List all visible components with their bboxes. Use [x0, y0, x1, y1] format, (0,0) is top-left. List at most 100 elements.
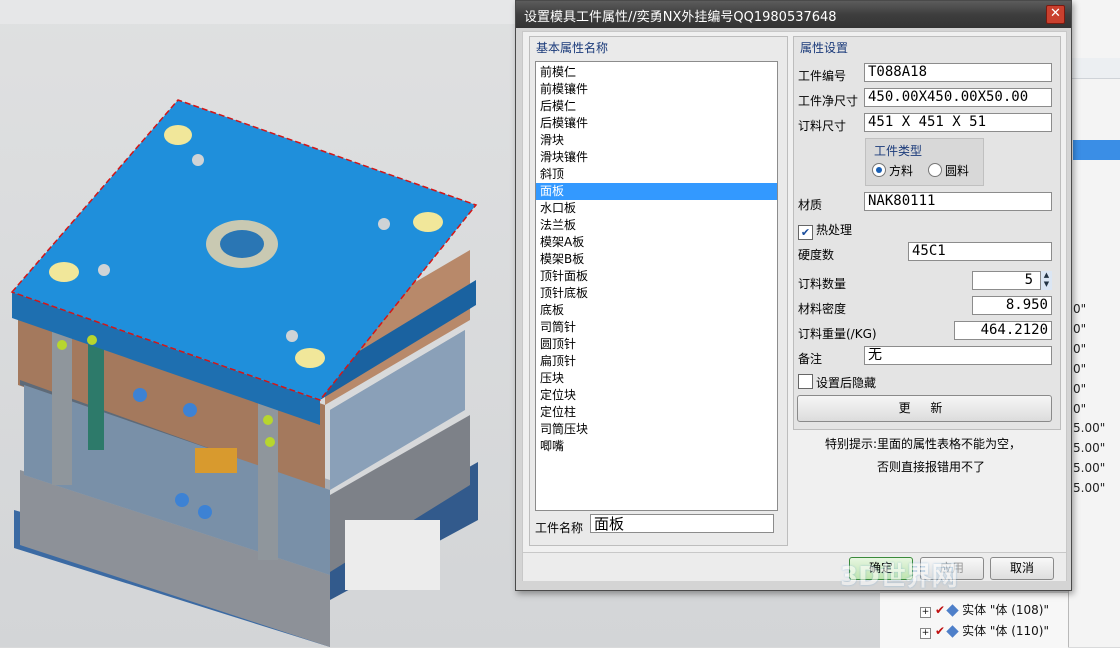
list-item[interactable]: 模架A板 — [536, 234, 777, 251]
hide-after-set-label: 设置后隐藏 — [816, 376, 877, 390]
round-stock-label: 圆料 — [945, 164, 970, 178]
material-input[interactable]: NAK80111 — [864, 192, 1052, 211]
list-item[interactable]: 前模仁 — [536, 64, 777, 81]
net-size-label: 工件净尺寸 — [798, 94, 859, 108]
radio-unselected-icon — [928, 163, 942, 177]
navigator-row[interactable]: 5.00" — [1073, 481, 1120, 501]
hint-text-line2: 否则直接报错用不了 — [877, 460, 986, 474]
attribute-settings-group: 属性设置 工件编号 T088A18 工件净尺寸 450.00X450.00X50… — [793, 36, 1061, 430]
round-stock-radio[interactable]: 圆料 — [928, 162, 969, 179]
list-item[interactable]: 滑块镶件 — [536, 149, 777, 166]
remark-input[interactable]: 无 — [864, 346, 1052, 365]
material-label: 材质 — [798, 198, 823, 212]
dialog-button-row: 确定 应用 取消 — [523, 552, 1066, 581]
quantity-spin-buttons[interactable]: ▲ ▼ — [1040, 271, 1052, 290]
hardness-label: 硬度数 — [798, 248, 835, 262]
net-size-input[interactable]: 450.00X450.00X50.00 — [864, 88, 1052, 107]
list-item[interactable]: 司筒压块 — [536, 421, 777, 438]
part-no-input[interactable]: T088A18 — [864, 63, 1052, 82]
list-item[interactable]: 司筒针 — [536, 319, 777, 336]
list-item[interactable]: 压块 — [536, 370, 777, 387]
list-item[interactable]: 顶针底板 — [536, 285, 777, 302]
part-navigator-panel[interactable]: 0" 0" 0" 0" 0" 0" 5.00" 5.00" 5.00" 5.00… — [1068, 0, 1120, 647]
hardness-input[interactable]: 45C1 — [908, 242, 1052, 261]
list-item[interactable]: 顶针面板 — [536, 268, 777, 285]
list-item[interactable]: 定位块 — [536, 387, 777, 404]
part-name-input[interactable]: 面板 — [590, 514, 774, 533]
dialog-body: 基本属性名称 前模仁 前模镶件 后模仁 后模镶件 滑块 滑块镶件 斜顶 面板 水口板 法兰板 模架A… — [522, 31, 1067, 581]
basic-attributes-title: 基本属性名称 — [536, 41, 609, 55]
list-item[interactable]: 斜顶 — [536, 166, 777, 183]
part-type-title: 工件类型 — [874, 144, 923, 158]
remark-label: 备注 — [798, 352, 823, 366]
navigator-selected-row[interactable] — [1073, 140, 1120, 160]
list-item[interactable]: 前模镶件 — [536, 81, 777, 98]
spin-down-icon[interactable]: ▼ — [1041, 280, 1052, 289]
expand-icon[interactable]: + — [920, 628, 931, 639]
mold-base-3d-model[interactable] — [0, 0, 515, 647]
part-type-group: 工件类型 方料 圆料 — [865, 138, 984, 186]
quantity-label: 订料数量 — [798, 277, 847, 291]
list-item[interactable]: 面板 — [536, 183, 777, 200]
navigator-header — [1069, 58, 1120, 79]
check-icon[interactable]: ✔ — [935, 624, 945, 638]
navigator-row[interactable]: 0" — [1073, 402, 1120, 422]
density-input[interactable]: 8.950 — [972, 296, 1052, 315]
part-type-list[interactable]: 前模仁 前模镶件 后模仁 后模镶件 滑块 滑块镶件 斜顶 面板 水口板 法兰板 模架A板 模架B板 顶针… — [535, 61, 778, 511]
navigator-row[interactable]: 0" — [1073, 382, 1120, 402]
cancel-button[interactable]: 取消 — [990, 557, 1054, 580]
navigator-row[interactable]: 0" — [1073, 362, 1120, 382]
spin-up-icon[interactable]: ▲ — [1041, 271, 1052, 280]
part-tree[interactable]: + ✔ 实体 "体 (108)" + ✔ 实体 "体 (110)" — [880, 592, 1068, 648]
navigator-row[interactable]: 0" — [1073, 302, 1120, 322]
order-size-input[interactable]: 451 X 451 X 51 — [864, 113, 1052, 132]
navigator-row[interactable]: 0" — [1073, 322, 1120, 342]
list-item[interactable]: 唧嘴 — [536, 438, 777, 455]
list-item[interactable]: 圆顶针 — [536, 336, 777, 353]
checkbox-checked-icon: ✔ — [798, 225, 813, 240]
heat-treatment-label: 热处理 — [816, 223, 853, 237]
list-item[interactable]: 水口板 — [536, 200, 777, 217]
list-item[interactable]: 模架B板 — [536, 251, 777, 268]
attribute-settings-title: 属性设置 — [800, 41, 849, 55]
basic-attributes-group: 基本属性名称 前模仁 前模镶件 后模仁 后模镶件 滑块 滑块镶件 斜顶 面板 水口板 法兰板 模架A… — [529, 36, 788, 546]
hide-after-set-checkbox[interactable]: 设置后隐藏 — [798, 374, 876, 391]
checkbox-unchecked-icon — [798, 374, 813, 389]
list-item[interactable]: 定位柱 — [536, 404, 777, 421]
list-item[interactable]: 法兰板 — [536, 217, 777, 234]
dialog-title: 设置模具工件属性//奕勇NX外挂编号QQ1980537648 — [524, 10, 837, 25]
square-stock-radio[interactable]: 方料 — [872, 162, 913, 179]
set-part-properties-dialog[interactable]: 设置模具工件属性//奕勇NX外挂编号QQ1980537648 ✕ 基本属性名称 … — [515, 0, 1072, 591]
list-item[interactable]: 后模镶件 — [536, 115, 777, 132]
heat-treatment-checkbox[interactable]: ✔ 热处理 — [798, 221, 852, 240]
check-icon[interactable]: ✔ — [935, 603, 945, 617]
list-item[interactable]: 后模仁 — [536, 98, 777, 115]
tree-node-label: 实体 "体 (110)" — [962, 624, 1049, 638]
order-size-label: 订料尺寸 — [798, 119, 847, 133]
navigator-row[interactable]: 0" — [1073, 342, 1120, 362]
density-label: 材料密度 — [798, 302, 847, 316]
square-stock-label: 方料 — [889, 164, 914, 178]
weight-input[interactable]: 464.2120 — [954, 321, 1052, 340]
list-item[interactable]: 滑块 — [536, 132, 777, 149]
list-item[interactable]: 底板 — [536, 302, 777, 319]
list-item[interactable]: 扁顶针 — [536, 353, 777, 370]
body-icon — [946, 604, 959, 617]
expand-icon[interactable]: + — [920, 607, 931, 618]
close-button[interactable]: ✕ — [1046, 5, 1065, 24]
tree-node-label: 实体 "体 (108)" — [962, 603, 1049, 617]
radio-selected-icon — [872, 163, 886, 177]
tree-node[interactable]: + ✔ 实体 "体 (110)" — [920, 622, 1049, 642]
navigator-row[interactable]: 5.00" — [1073, 421, 1120, 441]
navigator-row[interactable]: 5.00" — [1073, 441, 1120, 461]
body-icon — [946, 625, 959, 638]
hint-text-line1: 特别提示:里面的属性表格不能为空， — [825, 437, 1022, 451]
part-no-label: 工件编号 — [798, 69, 847, 83]
weight-label: 订料重量(/KG) — [798, 327, 877, 341]
dialog-titlebar[interactable]: 设置模具工件属性//奕勇NX外挂编号QQ1980537648 ✕ — [516, 1, 1071, 28]
tree-node[interactable]: + ✔ 实体 "体 (108)" — [920, 601, 1049, 621]
update-button[interactable]: 更 新 — [797, 395, 1052, 422]
part-name-label: 工件名称 — [535, 521, 584, 535]
navigator-row[interactable]: 5.00" — [1073, 461, 1120, 481]
watermark-logo: 3D世界网 — [840, 562, 958, 592]
